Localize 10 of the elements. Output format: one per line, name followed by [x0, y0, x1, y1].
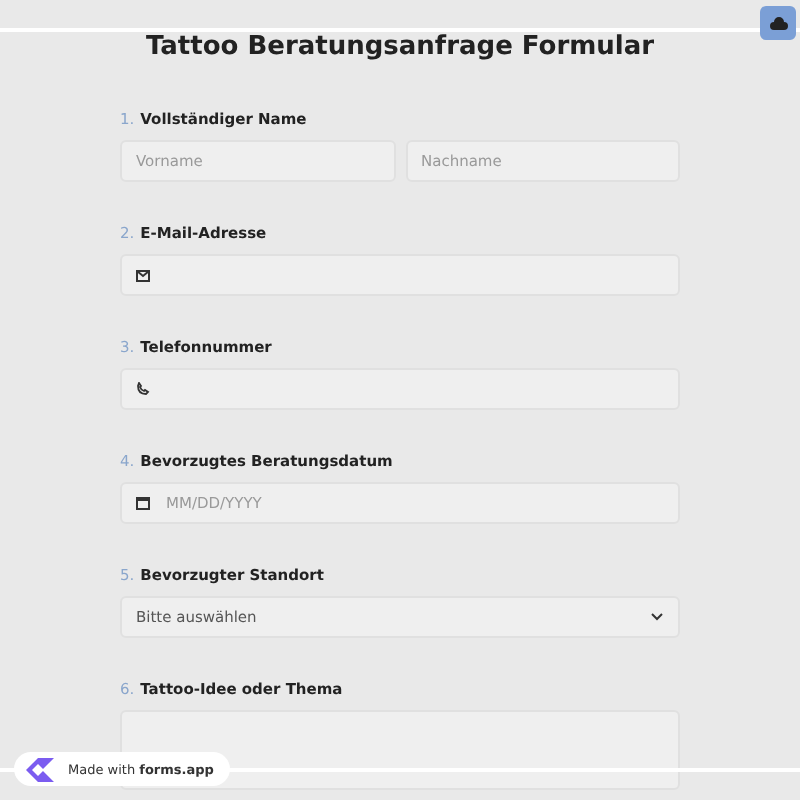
mail-icon	[136, 269, 150, 281]
phone-icon	[136, 382, 150, 396]
input-field[interactable]	[120, 254, 680, 296]
form-title: Tattoo Beratungsanfrage Formular	[143, 32, 657, 64]
input-field[interactable]	[120, 368, 680, 410]
calendar-icon	[136, 496, 150, 510]
logo-icon	[22, 755, 58, 783]
cloud-button[interactable]	[760, 6, 796, 40]
chevron-down-icon	[650, 612, 664, 622]
cloud-icon	[769, 16, 787, 30]
